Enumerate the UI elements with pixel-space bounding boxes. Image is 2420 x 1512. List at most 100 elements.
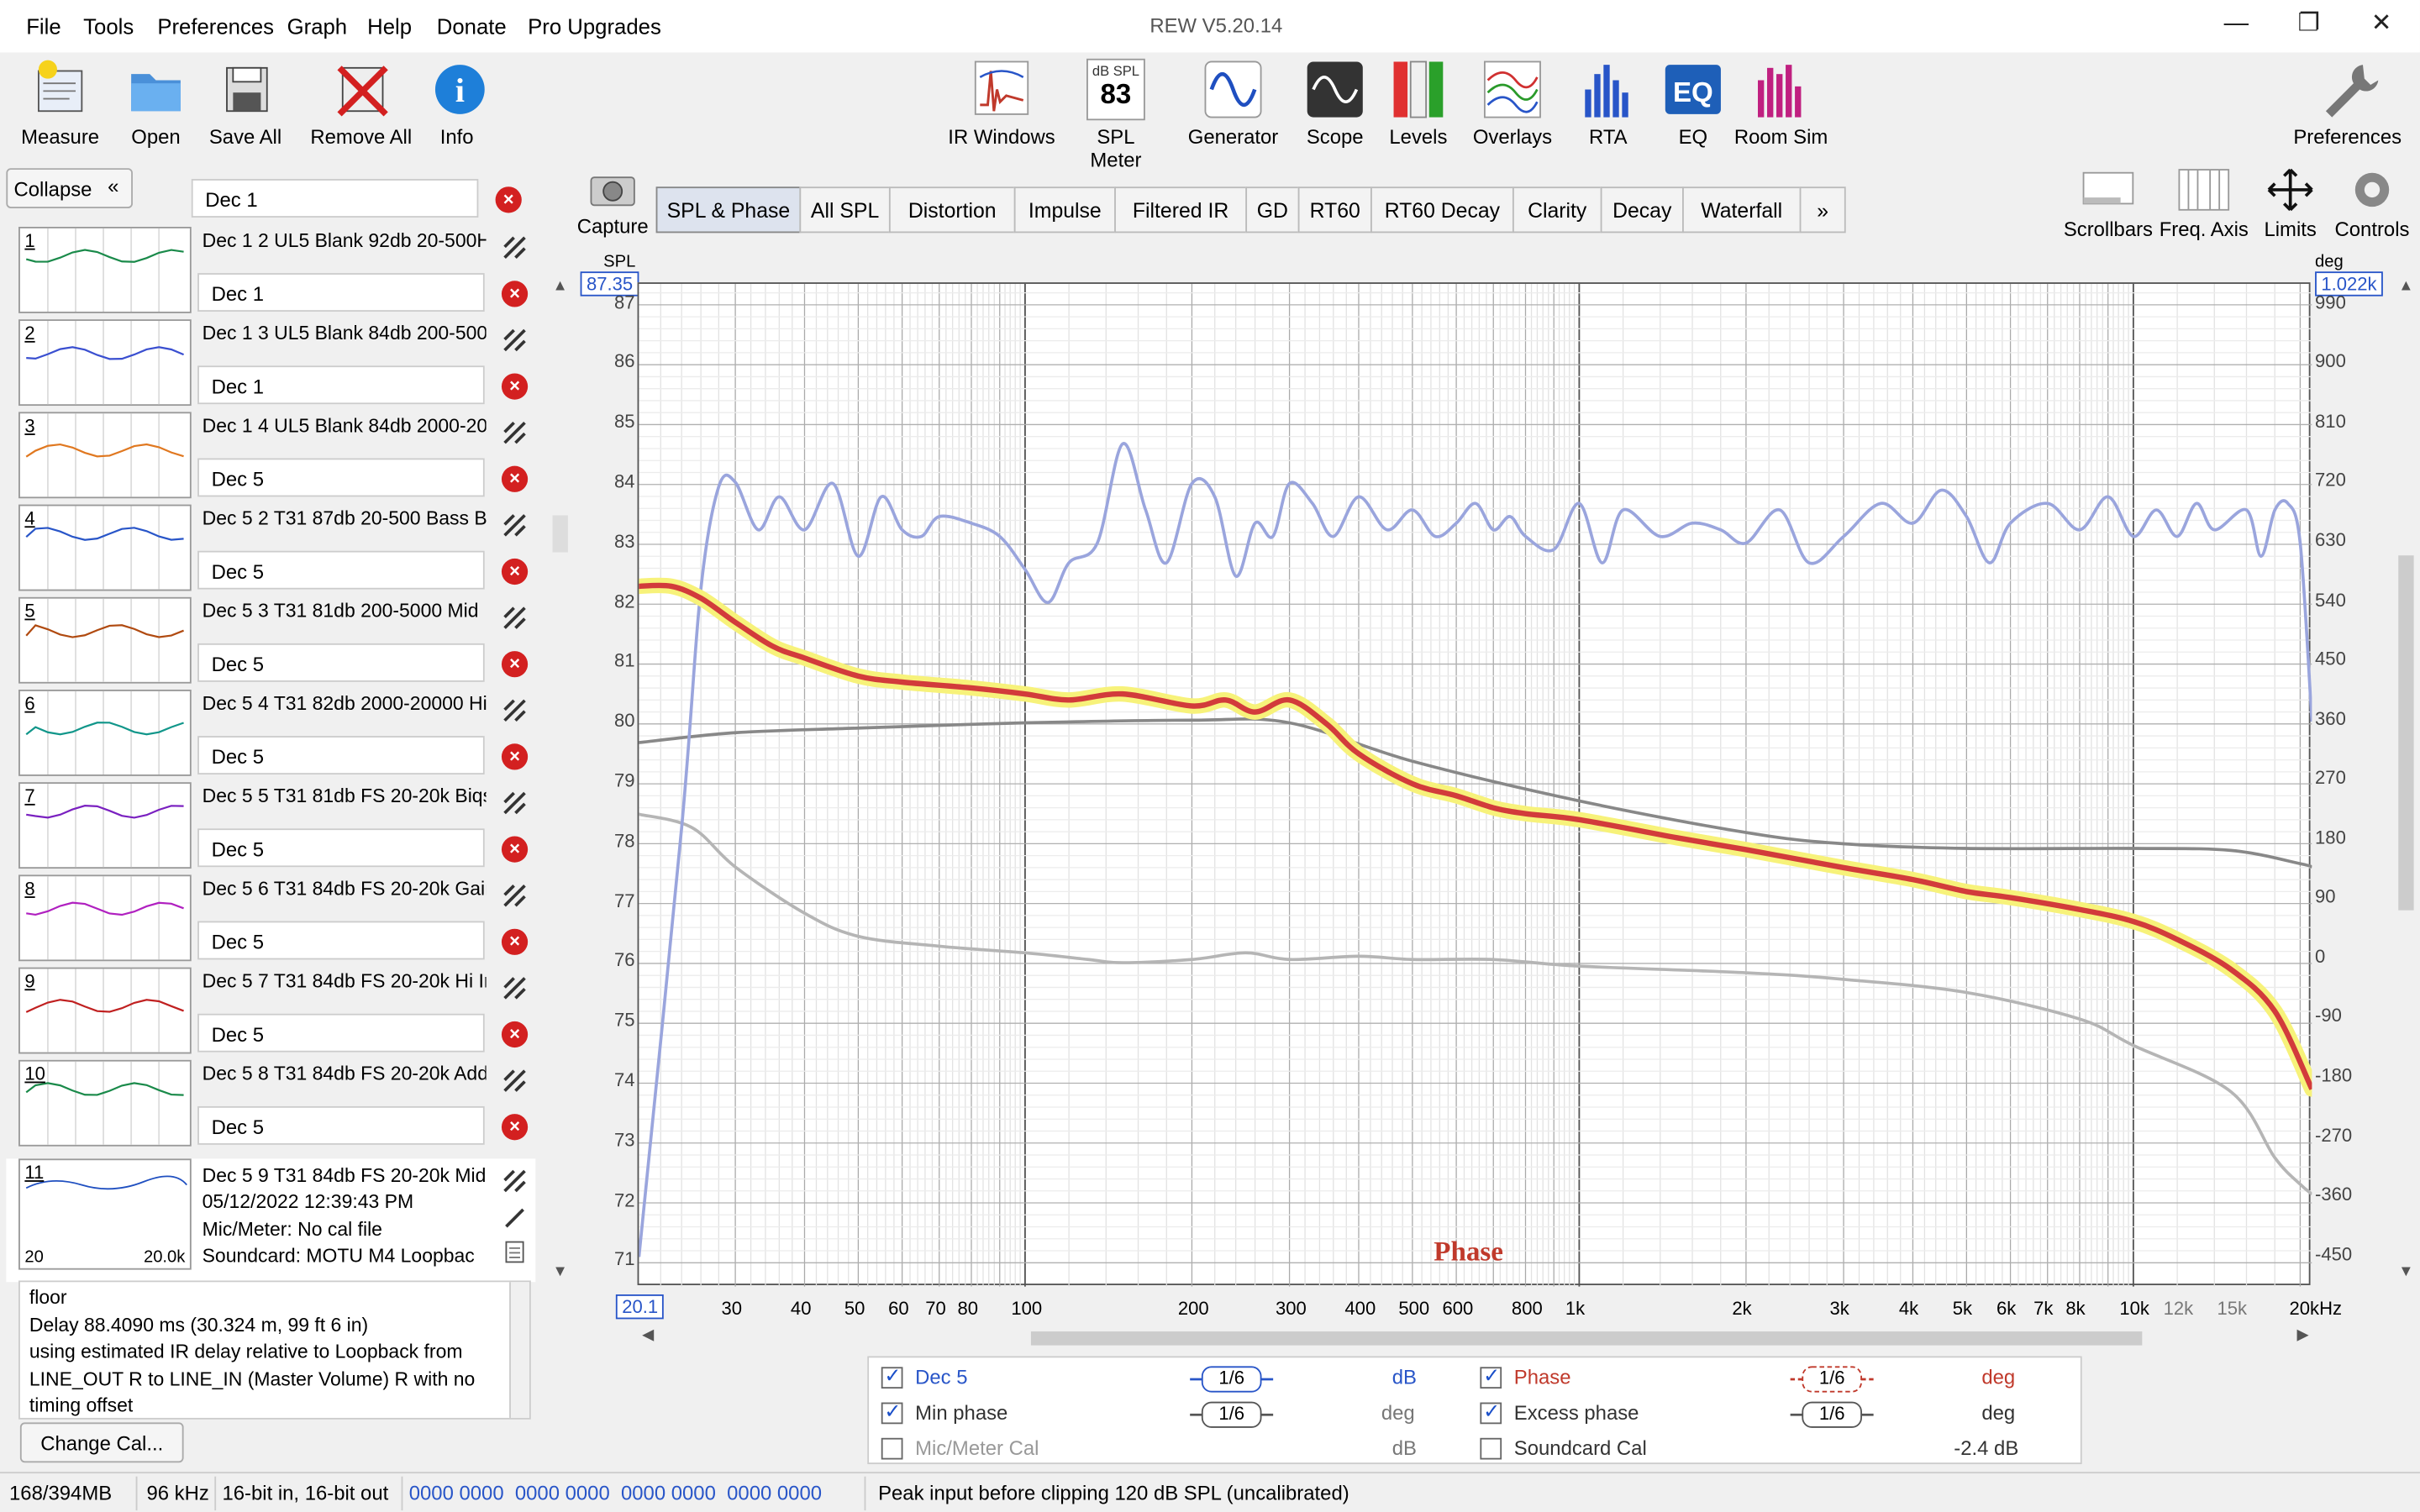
pen-icon[interactable] bbox=[502, 1205, 528, 1231]
measurement-settings-icon[interactable] bbox=[502, 605, 528, 631]
scroll-up-icon[interactable]: ▲ bbox=[2398, 278, 2413, 295]
delete-measurement-button[interactable]: × bbox=[501, 928, 529, 955]
legend-checkbox[interactable] bbox=[881, 1437, 903, 1460]
measurement-row[interactable]: 8 Dec 5 6 T31 84db FS 20-20k Gair Dec 5 × bbox=[6, 874, 535, 969]
menu-tools[interactable]: Tools bbox=[83, 14, 134, 39]
tab-gd[interactable]: GD bbox=[1245, 186, 1300, 234]
measurement-row[interactable]: 10 Dec 5 8 T31 84db FS 20-20k Add Dec 5 × bbox=[6, 1059, 535, 1154]
delete-measurement-button[interactable]: × bbox=[501, 558, 529, 585]
scrollbars-button[interactable]: Scrollbars bbox=[2059, 166, 2158, 241]
measurement-row[interactable]: 2 Dec 1 3 UL5 Blank 84db 200-500 Dec 1 × bbox=[6, 319, 535, 413]
tab-rt60-decay[interactable]: RT60 Decay bbox=[1370, 186, 1514, 234]
delete-measurement-button[interactable]: × bbox=[501, 1021, 529, 1048]
graph-horizontal-scrollbar[interactable]: ◀ ▶ bbox=[639, 1327, 2312, 1349]
tab-filtered-ir[interactable]: Filtered IR bbox=[1114, 186, 1248, 234]
menu-file[interactable]: File bbox=[26, 14, 60, 39]
measurement-title-input[interactable]: Dec 1 bbox=[191, 179, 479, 218]
legend-checkbox[interactable] bbox=[1480, 1437, 1502, 1460]
measurement-row[interactable]: 4 Dec 5 2 T31 87db 20-500 Bass Bi Dec 5 × bbox=[6, 504, 535, 599]
delete-measurement-button[interactable]: × bbox=[501, 373, 529, 400]
x-axis-start-value[interactable]: 20.1 bbox=[615, 1294, 665, 1320]
measurement-settings-icon[interactable] bbox=[502, 327, 528, 353]
measurement-settings-icon[interactable] bbox=[502, 512, 528, 538]
tab-impulse[interactable]: Impulse bbox=[1013, 186, 1116, 234]
delete-measurement-button[interactable]: × bbox=[501, 743, 529, 770]
rta-button[interactable]: RTA bbox=[1577, 59, 1639, 148]
freq-axis-button[interactable]: Freq. Axis bbox=[2158, 166, 2250, 241]
notes-scrollbar[interactable] bbox=[509, 1282, 529, 1418]
menu-help[interactable]: Help bbox=[367, 14, 412, 39]
scope-button[interactable]: Scope bbox=[1302, 59, 1367, 148]
menu-pro-upgrades[interactable]: Pro Upgrades bbox=[528, 14, 661, 39]
controls-button[interactable]: Controls bbox=[2330, 166, 2413, 241]
smoothing-selector[interactable]: 1/6 bbox=[1190, 1401, 1274, 1429]
legend-checkbox[interactable] bbox=[881, 1399, 903, 1425]
tab-waterfall[interactable]: Waterfall bbox=[1682, 186, 1802, 234]
measurement-notes[interactable]: floor Delay 88.4090 ms (30.324 m, 99 ft … bbox=[18, 1280, 531, 1420]
tab-decay[interactable]: Decay bbox=[1600, 186, 1684, 234]
measurement-settings-icon[interactable] bbox=[502, 975, 528, 1001]
measurement-title-input[interactable]: Dec 5 bbox=[197, 921, 485, 960]
measurement-title-input[interactable]: Dec 5 bbox=[197, 828, 485, 868]
change-cal-button[interactable]: Change Cal... bbox=[19, 1422, 184, 1463]
spl-meter-button[interactable]: dB SPL 83 SPL Meter bbox=[1070, 58, 1162, 171]
preferences-button[interactable]: Preferences bbox=[2293, 59, 2402, 148]
measurement-settings-icon[interactable] bbox=[502, 1168, 528, 1194]
scroll-down-icon[interactable]: ▼ bbox=[2398, 1263, 2413, 1280]
delete-measurement-button[interactable]: × bbox=[501, 465, 529, 492]
delete-measurement-button[interactable]: × bbox=[501, 836, 529, 863]
save-all-button[interactable]: Save All bbox=[205, 59, 286, 148]
ir-windows-button[interactable]: IR Windows bbox=[946, 59, 1057, 148]
tab-rt60[interactable]: RT60 bbox=[1297, 186, 1372, 234]
open-button[interactable]: Open bbox=[124, 59, 188, 148]
scroll-up-icon[interactable]: ▲ bbox=[553, 278, 568, 295]
measurement-settings-icon[interactable] bbox=[502, 420, 528, 446]
measurement-title-input[interactable]: Dec 5 bbox=[197, 1013, 485, 1053]
tab-clarity[interactable]: Clarity bbox=[1512, 186, 1602, 234]
scroll-down-icon[interactable]: ▼ bbox=[553, 1263, 568, 1280]
tab-spl-phase[interactable]: SPL & Phase bbox=[655, 186, 802, 234]
menu-donate[interactable]: Donate bbox=[437, 14, 507, 39]
capture-button[interactable]: Capture bbox=[574, 170, 651, 238]
delete-measurement-button[interactable]: × bbox=[495, 186, 522, 213]
measurement-title-input[interactable]: Dec 1 bbox=[197, 273, 485, 312]
eq-button[interactable]: EQ EQ bbox=[1662, 59, 1723, 148]
measurement-settings-icon[interactable] bbox=[502, 883, 528, 909]
menu-preferences[interactable]: Preferences bbox=[157, 14, 274, 39]
info-button[interactable]: i Info bbox=[429, 59, 485, 148]
selected-measurement[interactable]: 11 20 20.0k Dec 5 9 T31 84db FS 20-20k M… bbox=[6, 1158, 536, 1283]
legend-checkbox[interactable] bbox=[881, 1364, 903, 1389]
plot-canvas[interactable] bbox=[629, 283, 2320, 1287]
limits-button[interactable]: Limits bbox=[2256, 166, 2324, 241]
measurement-settings-icon[interactable] bbox=[502, 697, 528, 723]
restore-button[interactable]: ❐ bbox=[2286, 6, 2332, 43]
measurement-row[interactable]: 6 Dec 5 4 T31 82db 2000-20000 Hi Dec 5 × bbox=[6, 690, 535, 784]
scroll-thumb[interactable] bbox=[552, 515, 568, 553]
measurement-row[interactable]: 3 Dec 1 4 UL5 Blank 84db 2000-20 Dec 5 × bbox=[6, 412, 535, 506]
scroll-right-icon[interactable]: ▶ bbox=[2297, 1327, 2309, 1344]
tab-more[interactable]: » bbox=[1799, 186, 1846, 234]
measurement-title-input[interactable]: Dec 5 bbox=[197, 643, 485, 682]
levels-button[interactable]: Levels bbox=[1386, 59, 1450, 148]
measurement-row[interactable]: 7 Dec 5 5 T31 81db FS 20-20k Biqs Dec 5 × bbox=[6, 782, 535, 876]
spl-phase-plot[interactable]: Phase bbox=[629, 282, 2320, 1287]
measurement-row[interactable]: 1 Dec 1 2 UL5 Blank 92db 20-500H Dec 1 × bbox=[6, 226, 535, 321]
measurement-settings-icon[interactable] bbox=[502, 1068, 528, 1094]
measurement-title-input[interactable]: Dec 5 bbox=[197, 736, 485, 775]
delete-measurement-button[interactable]: × bbox=[501, 651, 529, 678]
tab-all-spl[interactable]: All SPL bbox=[799, 186, 891, 234]
measurement-row[interactable]: 5 Dec 5 3 T31 81db 200-5000 Mid Dec 5 × bbox=[6, 596, 535, 691]
panel-scrollbar[interactable]: ▲ ▼ bbox=[550, 278, 571, 1281]
smoothing-selector[interactable]: 1/6 bbox=[1790, 1401, 1874, 1429]
measurement-row[interactable]: 9 Dec 5 7 T31 84db FS 20-20k Hi Ir Dec 5 × bbox=[6, 967, 535, 1062]
scroll-thumb[interactable] bbox=[1030, 1331, 2143, 1346]
legend-checkbox[interactable] bbox=[1480, 1364, 1502, 1389]
measurement-title-input[interactable]: Dec 1 bbox=[197, 365, 485, 405]
legend-checkbox[interactable] bbox=[1480, 1399, 1502, 1425]
measurement-title-input[interactable]: Dec 5 bbox=[197, 550, 485, 590]
remove-all-button[interactable]: Remove All bbox=[308, 59, 416, 148]
measurement-title-input[interactable]: Dec 5 bbox=[197, 458, 485, 497]
delete-measurement-button[interactable]: × bbox=[501, 281, 529, 307]
smoothing-selector[interactable]: 1/6 bbox=[1190, 1365, 1274, 1393]
room-sim-button[interactable]: Room Sim bbox=[1732, 59, 1831, 148]
